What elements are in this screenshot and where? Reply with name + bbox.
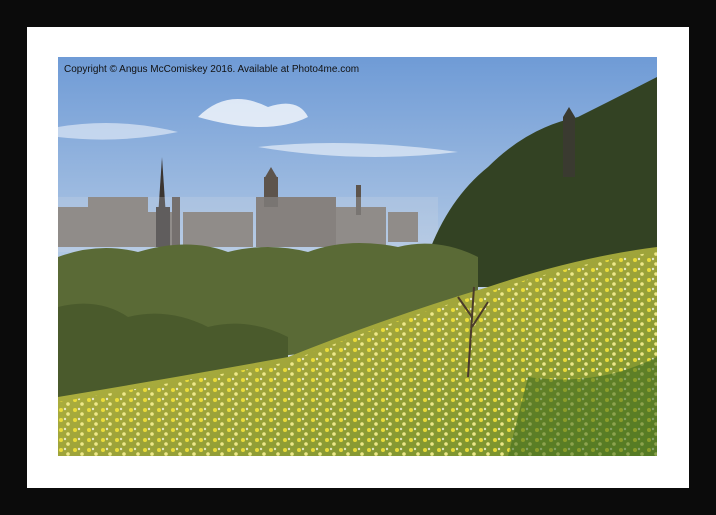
city-haze (58, 197, 438, 252)
copyright-watermark: Copyright © Angus McComiskey 2016. Avail… (64, 64, 360, 75)
church-spire (563, 107, 575, 177)
picture-frame: Copyright © Angus McComiskey 2016. Avail… (0, 0, 716, 515)
photo-scene (58, 57, 657, 456)
framed-photo: Copyright © Angus McComiskey 2016. Avail… (58, 57, 657, 456)
